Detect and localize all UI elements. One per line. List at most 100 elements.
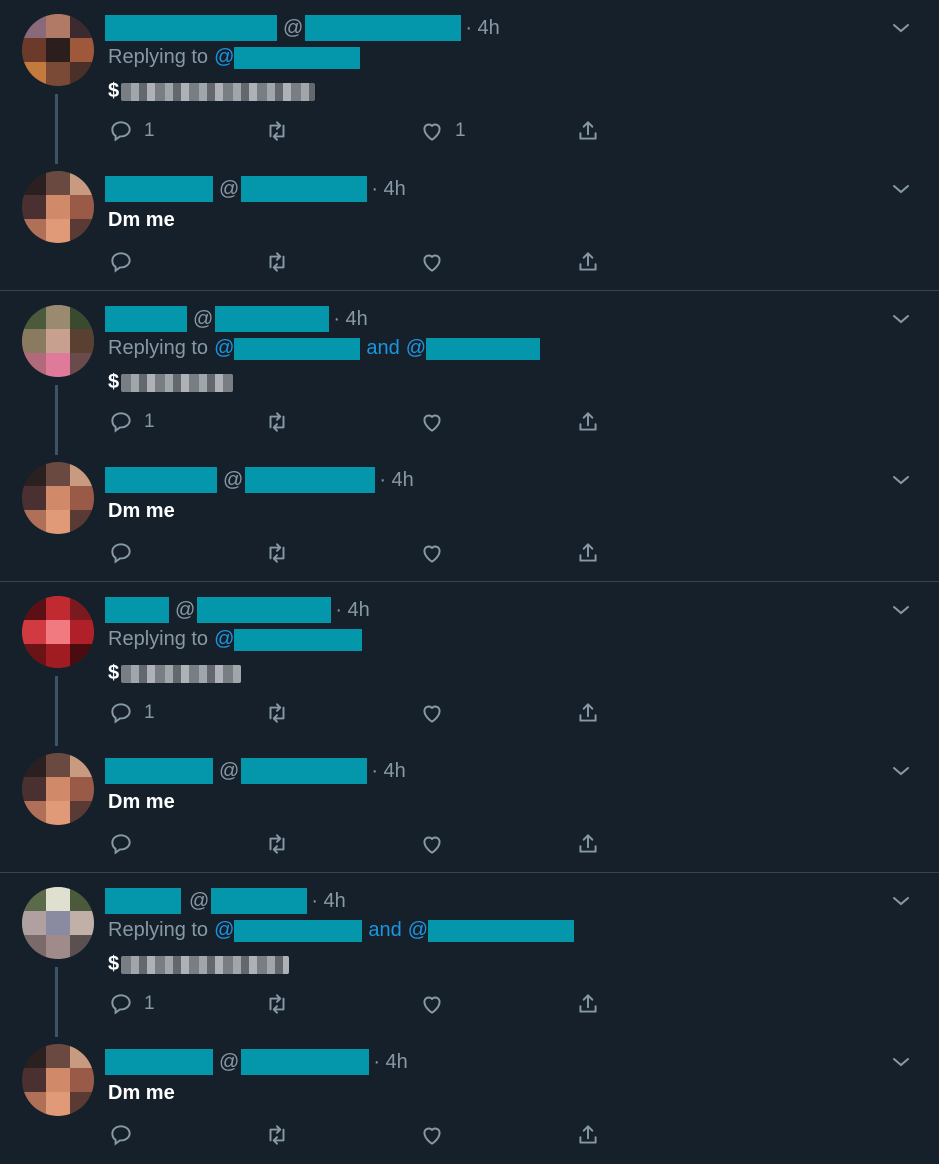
time-value[interactable]: 4h bbox=[392, 469, 414, 491]
retweet-button[interactable] bbox=[264, 700, 290, 726]
reply-button[interactable] bbox=[108, 1122, 134, 1148]
timestamp[interactable]: · 4h bbox=[465, 17, 499, 40]
retweet-button[interactable] bbox=[264, 991, 290, 1017]
share-button[interactable] bbox=[575, 409, 601, 435]
retweet-button[interactable] bbox=[264, 540, 290, 566]
avatar[interactable] bbox=[22, 596, 94, 668]
retweet-button[interactable] bbox=[264, 118, 290, 144]
chevron-down-icon[interactable] bbox=[891, 600, 911, 620]
retweet-button[interactable] bbox=[264, 831, 290, 857]
mention-link[interactable]: @ bbox=[214, 46, 234, 69]
like-button[interactable] bbox=[419, 409, 445, 435]
chevron-down-icon[interactable] bbox=[891, 1052, 911, 1072]
display-name-redacted[interactable] bbox=[105, 467, 217, 493]
mention-redacted[interactable] bbox=[234, 46, 361, 69]
share-button[interactable] bbox=[575, 700, 601, 726]
username-redacted[interactable] bbox=[241, 758, 368, 784]
mention-link[interactable]: @ bbox=[406, 337, 426, 360]
username-redacted[interactable] bbox=[215, 306, 330, 332]
timestamp[interactable]: · 4h bbox=[335, 599, 369, 622]
like-button[interactable] bbox=[419, 1122, 445, 1148]
reply-button[interactable]: 1 bbox=[108, 991, 155, 1017]
mention-redacted[interactable] bbox=[234, 628, 363, 651]
timestamp[interactable]: · 4h bbox=[371, 760, 405, 783]
tweet[interactable]: @ · 4h Replying to @ and @ $ 1 bbox=[0, 873, 939, 1037]
username-redacted[interactable] bbox=[245, 467, 376, 493]
like-button[interactable] bbox=[419, 991, 445, 1017]
tweet-reply[interactable]: @ · 4h Dm me bbox=[0, 145, 939, 290]
tweet[interactable]: @ · 4h Replying to @ $ 1 bbox=[0, 582, 939, 746]
timestamp[interactable]: · 4h bbox=[379, 469, 413, 492]
mention-redacted[interactable] bbox=[428, 919, 575, 942]
time-value[interactable]: 4h bbox=[324, 890, 346, 912]
tweet-reply[interactable]: @ · 4h Dm me bbox=[0, 1018, 939, 1163]
chevron-down-icon[interactable] bbox=[891, 18, 911, 38]
tweet[interactable]: @ · 4h Replying to @ $ 1 1 bbox=[0, 0, 939, 164]
avatar[interactable] bbox=[22, 1044, 94, 1116]
retweet-button[interactable] bbox=[264, 249, 290, 275]
username-redacted[interactable] bbox=[211, 888, 308, 914]
timestamp[interactable]: · 4h bbox=[333, 308, 367, 331]
share-button[interactable] bbox=[575, 249, 601, 275]
avatar[interactable] bbox=[22, 305, 94, 377]
avatar[interactable] bbox=[22, 171, 94, 243]
tweet-reply[interactable]: @ · 4h Dm me bbox=[0, 436, 939, 581]
time-value[interactable]: 4h bbox=[386, 1051, 408, 1073]
share-button[interactable] bbox=[575, 118, 601, 144]
display-name-redacted[interactable] bbox=[105, 758, 213, 784]
reply-button[interactable] bbox=[108, 540, 134, 566]
reply-button[interactable] bbox=[108, 831, 134, 857]
share-button[interactable] bbox=[575, 540, 601, 566]
reply-button[interactable]: 1 bbox=[108, 700, 155, 726]
chevron-down-icon[interactable] bbox=[891, 891, 911, 911]
chevron-down-icon[interactable] bbox=[891, 309, 911, 329]
display-name-redacted[interactable] bbox=[105, 176, 213, 202]
time-value[interactable]: 4h bbox=[348, 599, 370, 621]
like-button[interactable]: 1 bbox=[419, 118, 466, 144]
share-button[interactable] bbox=[575, 1122, 601, 1148]
tweet-reply[interactable]: @ · 4h Dm me bbox=[0, 727, 939, 872]
mention-redacted[interactable] bbox=[234, 337, 361, 360]
username-redacted[interactable] bbox=[197, 597, 332, 623]
display-name-redacted[interactable] bbox=[105, 597, 169, 623]
display-name-redacted[interactable] bbox=[105, 15, 277, 41]
retweet-button[interactable] bbox=[264, 409, 290, 435]
time-value[interactable]: 4h bbox=[346, 308, 368, 330]
like-button[interactable] bbox=[419, 831, 445, 857]
mention-link[interactable]: @ bbox=[214, 628, 234, 651]
like-button[interactable] bbox=[419, 249, 445, 275]
avatar[interactable] bbox=[22, 14, 94, 86]
reply-button[interactable]: 1 bbox=[108, 118, 155, 144]
mention-link[interactable]: @ bbox=[214, 919, 234, 942]
mention-link[interactable]: @ bbox=[408, 919, 428, 942]
tweet[interactable]: @ · 4h Replying to @ and @ $ 1 bbox=[0, 291, 939, 455]
chevron-down-icon[interactable] bbox=[891, 179, 911, 199]
share-button[interactable] bbox=[575, 991, 601, 1017]
time-value[interactable]: 4h bbox=[384, 178, 406, 200]
mention-link[interactable]: @ bbox=[214, 337, 234, 360]
like-button[interactable] bbox=[419, 540, 445, 566]
display-name-redacted[interactable] bbox=[105, 888, 181, 914]
display-name-redacted[interactable] bbox=[105, 306, 187, 332]
timestamp[interactable]: · 4h bbox=[371, 178, 405, 201]
reply-button[interactable] bbox=[108, 249, 134, 275]
display-name-redacted[interactable] bbox=[105, 1049, 213, 1075]
username-redacted[interactable] bbox=[241, 176, 368, 202]
time-value[interactable]: 4h bbox=[384, 760, 406, 782]
username-redacted[interactable] bbox=[241, 1049, 370, 1075]
chevron-down-icon[interactable] bbox=[891, 470, 911, 490]
avatar[interactable] bbox=[22, 753, 94, 825]
chevron-down-icon[interactable] bbox=[891, 761, 911, 781]
avatar[interactable] bbox=[22, 462, 94, 534]
timestamp[interactable]: · 4h bbox=[311, 890, 345, 913]
share-button[interactable] bbox=[575, 831, 601, 857]
retweet-button[interactable] bbox=[264, 1122, 290, 1148]
username-redacted[interactable] bbox=[305, 15, 462, 41]
timestamp[interactable]: · 4h bbox=[373, 1051, 407, 1074]
time-value[interactable]: 4h bbox=[478, 17, 500, 39]
mention-redacted[interactable] bbox=[426, 337, 541, 360]
mention-redacted[interactable] bbox=[234, 919, 363, 942]
reply-button[interactable]: 1 bbox=[108, 409, 155, 435]
avatar[interactable] bbox=[22, 887, 94, 959]
like-button[interactable] bbox=[419, 700, 445, 726]
